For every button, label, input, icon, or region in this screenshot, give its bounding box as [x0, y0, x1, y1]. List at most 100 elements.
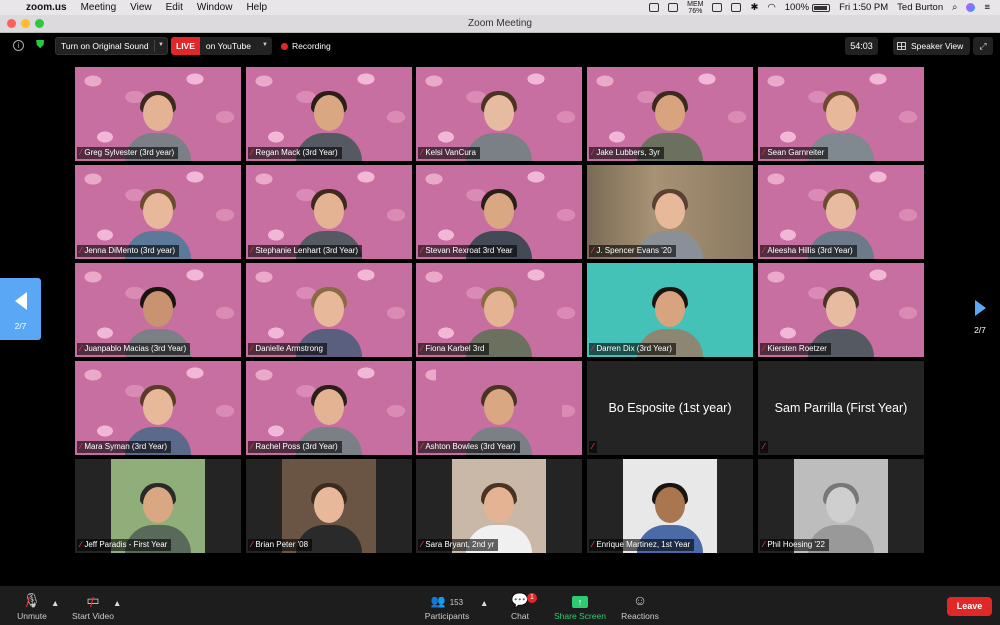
user-name[interactable]: Ted Burton [897, 2, 943, 13]
participant-tile[interactable]: ⁄ J. Spencer Evans '20 [587, 165, 753, 259]
participant-tile[interactable]: ⁄ Fiona Karbel 3rd [416, 263, 582, 357]
chevron-down-icon[interactable]: ▼ [262, 42, 268, 48]
recording-indicator[interactable]: Recording [281, 38, 331, 54]
original-sound-label: Turn on Original Sound [61, 41, 149, 51]
speaker-view-button[interactable]: Speaker View [893, 37, 970, 55]
previous-page-button[interactable]: 2/7 [0, 278, 41, 340]
fullscreen-button[interactable]: ⤢ [973, 37, 993, 55]
mem-stats[interactable]: MEM 76% [687, 1, 703, 15]
participant-tile[interactable]: Sam Parrilla (First Year) ⁄ [758, 361, 924, 455]
live-target: on YouTube [205, 41, 251, 51]
participant-tile[interactable]: ⁄ Aleesha Hillis (3rd Year) [758, 165, 924, 259]
video-options-chevron-icon[interactable]: ▲ [113, 598, 121, 608]
security-shield-icon[interactable]: ⛊ [36, 39, 47, 52]
control-center-icon[interactable]: ≡ [984, 2, 990, 13]
original-sound-button[interactable]: Turn on Original Sound ▼ [55, 37, 168, 55]
meeting-top-toolbar: i ⛊ Turn on Original Sound ▼ LIVE on You… [0, 33, 1000, 59]
participant-name: Stephanie Lenhart (3rd Year) [255, 246, 359, 255]
spotlight-icon[interactable]: ⌕ [952, 2, 957, 13]
next-page-button[interactable]: 2/7 [968, 300, 992, 340]
audio-options-chevron-icon[interactable]: ▲ [51, 598, 59, 608]
arrow-right-icon [974, 300, 986, 316]
participants-icon: 👥 [430, 594, 446, 608]
mic-muted-icon: ⁄ [763, 344, 765, 353]
battery-status[interactable]: 100% [785, 2, 831, 13]
participant-tile[interactable]: ⁄ Stevan Rexroat 3rd Year [416, 165, 582, 259]
participant-tile[interactable]: ⁄ Rachel Poss (3rd Year) [246, 361, 412, 455]
mic-muted-icon: ⁄ [251, 442, 253, 451]
participant-name: Darren Dix (3rd Year) [596, 344, 672, 353]
chevron-down-icon[interactable]: ▼ [158, 42, 164, 48]
siri-icon[interactable] [966, 3, 976, 12]
app-menu[interactable]: zoom.us [26, 2, 67, 13]
share-screen-button[interactable]: ↑ Share Screen [551, 591, 609, 621]
menu-meeting[interactable]: Meeting [81, 2, 117, 13]
menubar-status: MEM 76% ✱ ◠ 100% Fri 1:50 PM Ted Burton ⌕… [649, 0, 990, 15]
participant-tile[interactable]: ⁄ Darren Dix (3rd Year) [587, 263, 753, 357]
mic-muted-icon: ⁄ [421, 246, 423, 255]
participant-tile[interactable]: ⁄ Juanpablo Macias (3rd Year) [75, 263, 241, 357]
participant-tile[interactable]: ⁄ Stephanie Lenhart (3rd Year) [246, 165, 412, 259]
bluetooth-icon[interactable]: ✱ [750, 2, 758, 13]
mic-muted-icon: ⁄ [592, 246, 594, 255]
wifi-icon[interactable]: ◠ [767, 2, 775, 13]
leave-button[interactable]: Leave [947, 597, 992, 616]
participant-tile[interactable]: ⁄ Kelsi VanCura [416, 67, 582, 161]
participant-tile[interactable]: ⁄ Sara Bryant, 2nd yr [416, 459, 582, 553]
view-label: Speaker View [911, 41, 964, 51]
chat-unread-badge: 1 [527, 593, 537, 603]
menu-help[interactable]: Help [246, 2, 267, 13]
timemachine-icon[interactable] [731, 3, 742, 12]
mic-muted-icon: ⁄ [251, 246, 253, 255]
participants-button[interactable]: 👥 153 Participants [420, 591, 474, 621]
participant-tile[interactable]: ⁄ Greg Sylvester (3rd year) [75, 67, 241, 161]
reactions-button[interactable]: ☺ Reactions [618, 591, 662, 621]
participant-tile[interactable]: ⁄ Phil Hoesing '22 [758, 459, 924, 553]
share-screen-label: Share Screen [554, 611, 606, 621]
menu-window[interactable]: Window [197, 2, 233, 13]
participant-name: Brian Peter '08 [255, 540, 309, 549]
mic-muted-icon: ⁄ [763, 246, 765, 255]
menu-view[interactable]: View [130, 2, 152, 13]
participant-nameplate: ⁄ Fiona Karbel 3rd [418, 343, 489, 355]
live-stream-button[interactable]: LIVE on YouTube ▼ [171, 37, 272, 55]
participant-tile[interactable]: ⁄ Jake Lubbers, 3yr [587, 67, 753, 161]
participant-tile[interactable]: ⁄ Ashton Bowles (3rd Year) [416, 361, 582, 455]
zoom-status-icon[interactable] [649, 3, 660, 12]
participant-nameplate: ⁄ Danielle Armstrong [248, 343, 327, 355]
participant-tile[interactable]: ⁄ Danielle Armstrong [246, 263, 412, 357]
unmute-button[interactable]: 🎙 / Unmute [14, 591, 50, 621]
sync-icon[interactable] [668, 3, 679, 12]
record-dot-icon [281, 42, 288, 50]
mic-muted-icon: ⁄ [421, 540, 423, 549]
mac-menubar: zoom.us Meeting View Edit Window Help ME… [0, 0, 1000, 15]
chat-button[interactable]: 💬 1 Chat [505, 591, 537, 621]
participant-tile[interactable]: ⁄ Brian Peter '08 [246, 459, 412, 553]
participant-tile[interactable]: ⁄ Sean Garnreiter [758, 67, 924, 161]
participant-tile[interactable]: Bo Esposite (1st year) ⁄ [587, 361, 753, 455]
participants-chevron-icon[interactable]: ▲ [480, 598, 488, 608]
clock[interactable]: Fri 1:50 PM [839, 2, 888, 13]
participant-tile[interactable]: ⁄ Enrique Martinez, 1st Year [587, 459, 753, 553]
mic-muted-icon: ⁄ [592, 344, 594, 353]
info-icon[interactable]: i [13, 40, 24, 51]
participant-tile[interactable]: ⁄ Jeff Paradis - First Year [75, 459, 241, 553]
participant-name: J. Spencer Evans '20 [596, 246, 672, 255]
participant-nameplate: ⁄ Mara Syman (3rd Year) [77, 441, 172, 453]
mic-muted-icon: ⁄ [251, 540, 253, 549]
close-window-button[interactable] [7, 19, 16, 28]
participant-tile[interactable]: ⁄ Regan Mack (3rd Year) [246, 67, 412, 161]
participant-tile[interactable]: ⁄ Mara Syman (3rd Year) [75, 361, 241, 455]
zoom-window-button[interactable] [35, 19, 44, 28]
participant-nameplate: ⁄ Sean Garnreiter [760, 147, 829, 159]
mic-muted-icon: ⁄ [251, 344, 253, 353]
participant-nameplate: ⁄ Rachel Poss (3rd Year) [248, 441, 342, 453]
menu-edit[interactable]: Edit [166, 2, 183, 13]
video-off-icon: ▭ / [86, 592, 100, 610]
participant-tile[interactable]: ⁄ Kiersten Roetzer [758, 263, 924, 357]
participant-tile[interactable]: ⁄ Jenna DiMento (3rd year) [75, 165, 241, 259]
dropbox-icon[interactable] [712, 3, 723, 12]
start-video-button[interactable]: ▭ / Start Video [68, 591, 118, 621]
battery-icon [812, 3, 831, 12]
minimize-window-button[interactable] [21, 19, 30, 28]
